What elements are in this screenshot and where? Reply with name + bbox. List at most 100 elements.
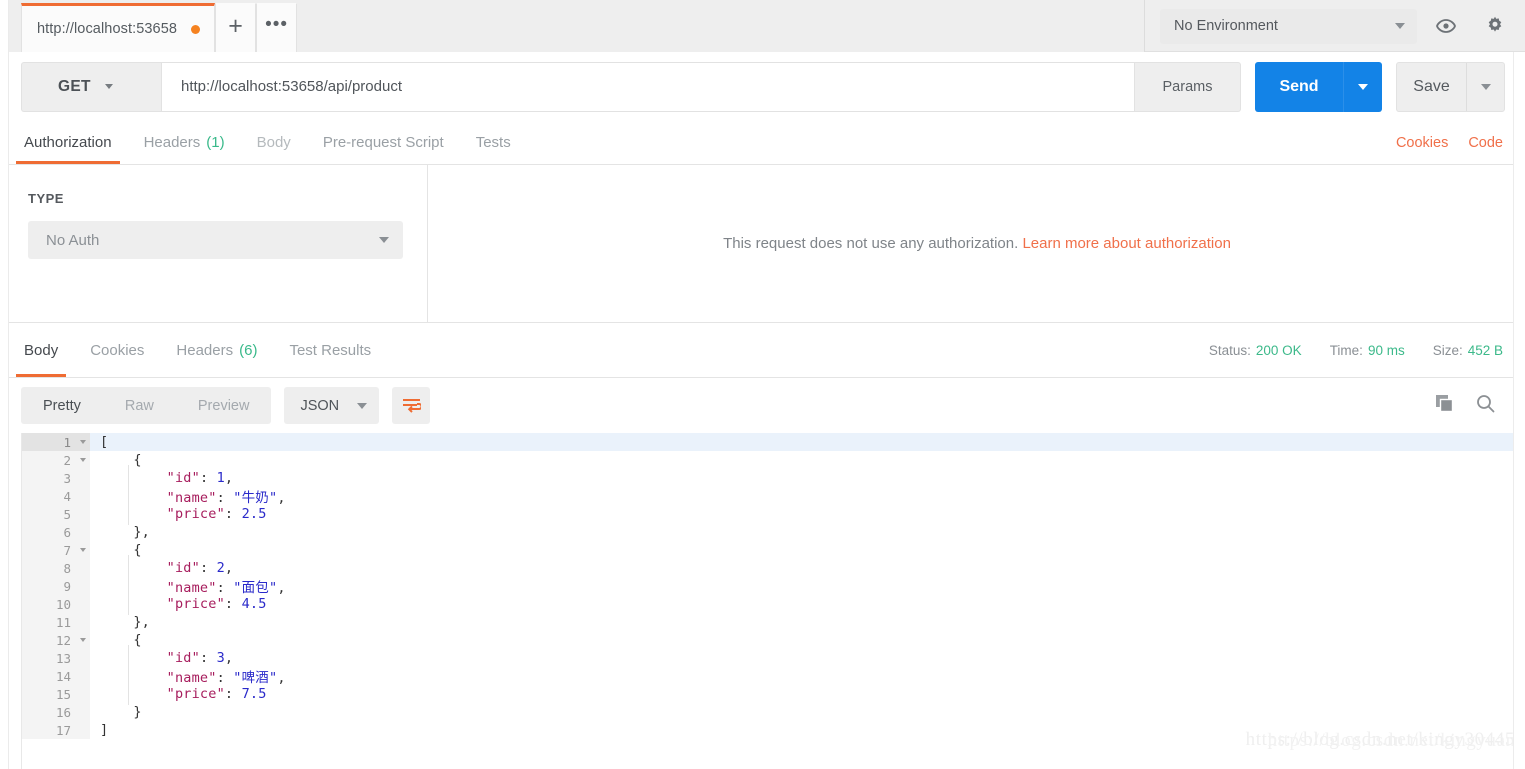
token-punc: , [224,560,234,576]
view-mode-raw[interactable]: Raw [103,387,176,424]
token-punc: [ [100,434,109,450]
token-key: "name" [166,490,217,506]
code-line: 1[ [22,433,1513,451]
tab-authorization[interactable]: Authorization [8,121,128,164]
code-line: 12 { [22,631,1513,649]
token-str: "面包" [233,580,278,596]
response-body-editor[interactable]: 1[2 {3 "id": 1, 4 "name": "牛奶", 5 "price":… [21,433,1513,769]
tab-pre-request-script[interactable]: Pre-request Script [307,121,460,164]
environment-value: No Environment [1174,18,1278,34]
save-button-group: Save [1396,61,1505,112]
code-line: 15 "price": 7.5 [22,685,1513,703]
fold-toggle-icon[interactable] [76,631,90,649]
line-number: 7 [22,541,76,559]
code-line: 3 "id": 1, [22,469,1513,487]
auth-learn-more-link[interactable]: Learn more about authorization [1022,235,1230,252]
request-tabs-actions: Cookies Code [1396,121,1525,164]
tab-tests[interactable]: Tests [460,121,527,164]
cookies-link[interactable]: Cookies [1396,135,1448,151]
copy-button[interactable] [1435,394,1454,418]
tab-options-button[interactable]: ••• [256,3,298,52]
tab-headers[interactable]: Headers (1) [128,121,241,164]
token-punc: : [216,490,234,506]
code-link[interactable]: Code [1468,135,1503,151]
fold-spacer [76,487,90,505]
token-str: "啤酒" [233,670,278,686]
status-badge: Status: 200 OK [1209,343,1302,358]
fold-toggle-icon[interactable] [76,451,90,469]
fold-spacer [76,595,90,613]
chevron-down-icon [1358,83,1368,90]
ellipsis-icon: ••• [265,13,289,35]
view-mode-pretty[interactable]: Pretty [21,387,103,424]
auth-type-value: No Auth [46,231,100,249]
fold-spacer [76,613,90,631]
token-punc: { [133,452,142,468]
time-badge: Time: 90 ms [1330,343,1405,358]
code-line: 7 { [22,541,1513,559]
line-number: 3 [22,469,76,487]
settings-button[interactable] [1475,8,1515,44]
environment-quick-look-button[interactable] [1426,8,1466,44]
word-wrap-icon [402,399,421,413]
auth-type-selector[interactable]: No Auth [28,221,403,259]
token-key: "price" [166,686,225,702]
tab-label: Pre-request Script [322,134,444,151]
params-button[interactable]: Params [1135,61,1241,112]
search-button[interactable] [1476,394,1495,418]
response-tab-headers[interactable]: Headers (6) [160,323,273,377]
code-text: { [90,542,142,558]
send-options-button[interactable] [1343,61,1382,112]
token-punc: : [224,596,242,612]
fold-toggle-icon[interactable] [76,541,90,559]
response-view-mode-group: Pretty Raw Preview [21,387,272,424]
token-punc: : [224,686,242,702]
code-text: "id": 2, [90,560,233,576]
fold-spacer [76,469,90,487]
response-language-value: JSON [300,397,340,414]
response-language-selector[interactable]: JSON [284,387,380,424]
fold-spacer [76,667,90,685]
response-tab-test-results[interactable]: Test Results [273,323,387,377]
code-line: 10 "price": 4.5 [22,595,1513,613]
response-tab-cookies[interactable]: Cookies [74,323,160,377]
authorization-message-area: This request does not use any authorizat… [429,165,1525,322]
code-line: 2 { [22,451,1513,469]
code-text: }, [90,614,150,630]
url-input[interactable]: http://localhost:53658/api/product [161,61,1135,112]
auth-message: This request does not use any authorizat… [723,235,1231,252]
size-value: 452 B [1467,342,1503,358]
code-line: 4 "name": "牛奶", [22,487,1513,506]
request-tab-localhost[interactable]: http://localhost:53658 [21,3,216,52]
fold-spacer [76,505,90,523]
send-button[interactable]: Send [1255,61,1343,112]
unsaved-changes-dot [191,24,201,34]
environment-zone: No Environment [1145,0,1525,52]
tab-body[interactable]: Body [241,121,307,164]
token-key: "id" [166,470,200,486]
response-tab-body[interactable]: Body [8,323,74,377]
new-tab-button[interactable]: + [215,3,257,52]
gear-icon [1489,16,1502,32]
token-key: "id" [166,650,200,666]
http-method-selector[interactable]: GET [21,61,161,112]
fold-toggle-icon[interactable] [76,433,90,451]
code-line: 6 }, [22,523,1513,541]
token-key: "price" [166,506,225,522]
environment-selector[interactable]: No Environment [1160,8,1417,44]
token-punc: ] [100,722,109,738]
save-button[interactable]: Save [1397,63,1466,111]
save-label: Save [1413,77,1450,95]
token-num: 3 [216,650,225,666]
token-punc: : [224,506,242,522]
tab-label: Tests [475,134,511,151]
word-wrap-button[interactable] [392,387,431,424]
view-mode-preview[interactable]: Preview [176,387,272,424]
token-str: "牛奶" [233,490,278,506]
view-mode-label: Preview [197,397,250,414]
save-options-button[interactable] [1466,62,1504,111]
line-number: 10 [22,595,76,613]
line-number: 9 [22,577,76,595]
authorization-panel: TYPE No Auth This request does not use a… [0,165,1525,323]
code-text: [ [90,434,108,450]
